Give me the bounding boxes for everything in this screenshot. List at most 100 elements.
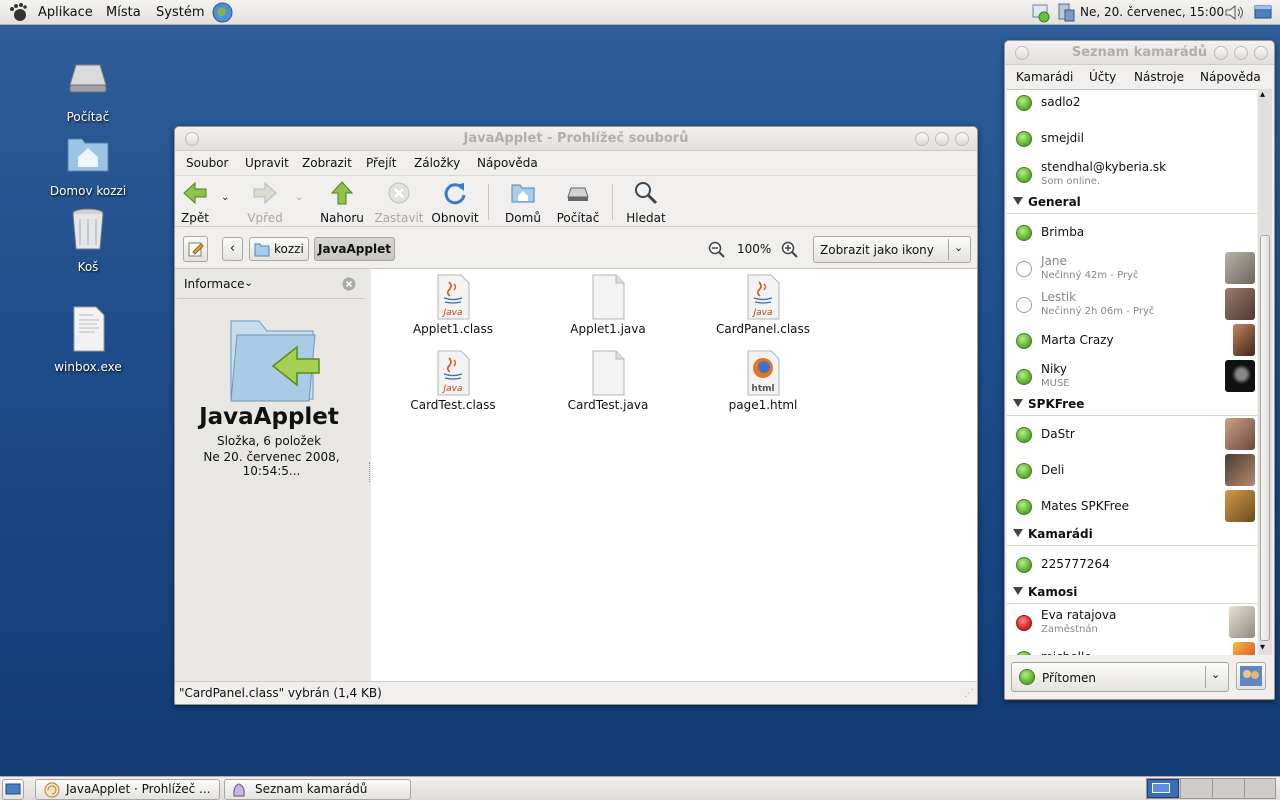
menu-help[interactable]: Nápověda: [1200, 70, 1261, 84]
task-file-manager[interactable]: JavaApplet · Prohlížeč ...: [35, 779, 220, 800]
file-manager-titlebar[interactable]: JavaApplet - Prohlížeč souborů: [175, 127, 977, 151]
buddy-row[interactable]: Marta Crazy: [1007, 322, 1257, 358]
reload-button[interactable]: Obnovit: [427, 176, 483, 225]
group-header-spkfree[interactable]: SPKFree: [1007, 394, 1257, 416]
buddy-list-scrollbar[interactable]: ▴ ▾: [1258, 89, 1272, 655]
status-selector[interactable]: Přítomen ⌄: [1011, 662, 1229, 692]
chevron-down-icon[interactable]: ⌄: [244, 276, 253, 289]
desktop-icon-home[interactable]: Domov kozzi: [43, 129, 133, 198]
buddy-row[interactable]: sadlo2: [1007, 90, 1257, 120]
menu-system[interactable]: Systém: [156, 0, 204, 25]
menu-file[interactable]: Soubor: [186, 156, 228, 170]
close-sidebar-icon[interactable]: [342, 277, 356, 291]
show-desktop-button[interactable]: [2, 779, 24, 800]
menu-edit[interactable]: Upravit: [245, 156, 289, 170]
buddy-row[interactable]: Niky MUSE: [1007, 358, 1257, 394]
back-arrow-icon: [183, 181, 207, 205]
workspace-2[interactable]: [1181, 779, 1212, 798]
buddy-list-titlebar[interactable]: Seznam kamarádů: [1005, 41, 1274, 65]
chevron-down-icon: ⌄: [954, 241, 964, 254]
menu-applications[interactable]: Aplikace: [38, 0, 93, 25]
toggle-location-entry-button[interactable]: [183, 236, 208, 262]
show-desktop-icon[interactable]: [1254, 4, 1272, 21]
close-button[interactable]: [955, 132, 969, 146]
web-browser-launcher-icon[interactable]: [212, 2, 233, 23]
desktop-icon-label: winbox.exe: [54, 360, 122, 374]
network-status-icon[interactable]: [1030, 3, 1052, 23]
file-item[interactable]: Java CardPanel.class: [693, 274, 833, 336]
forward-history-chevron-icon[interactable]: ⌄: [295, 192, 303, 203]
buddy-row[interactable]: Brimba: [1007, 214, 1257, 250]
close-button[interactable]: [1254, 46, 1268, 60]
buddy-row[interactable]: Eva ratajova Zaměstnán: [1007, 604, 1257, 640]
desktop-icon-trash[interactable]: Koš: [43, 205, 133, 274]
buddy-row[interactable]: stendhal@kyberia.sk Som online.: [1007, 156, 1257, 192]
buddy-icon-button[interactable]: [1236, 662, 1266, 690]
buddy-list-menubar: Kamarádi Účty Nástroje Nápověda: [1005, 65, 1274, 89]
menu-help[interactable]: Nápověda: [477, 156, 538, 170]
forward-button[interactable]: Vpřed: [237, 176, 293, 225]
update-notifier-icon[interactable]: [1054, 3, 1076, 23]
sidebar-header: Informace ⌄: [177, 269, 365, 299]
file-item[interactable]: Applet1.java: [538, 274, 678, 336]
volume-icon[interactable]: [1223, 3, 1245, 22]
zoom-level[interactable]: 100%: [737, 242, 771, 256]
file-item[interactable]: Java Applet1.class: [383, 274, 523, 336]
buddy-row[interactable]: Mates SPKFree: [1007, 488, 1257, 524]
folder-item-count: Složka, 6 položek: [216, 434, 322, 448]
gnome-foot-icon[interactable]: [8, 3, 28, 22]
buddy-row[interactable]: Jane Nečinný 42m - Pryč: [1007, 250, 1257, 286]
group-header-kamaradi[interactable]: Kamarádi: [1007, 524, 1257, 546]
menu-go[interactable]: Přejít: [366, 156, 396, 170]
buddy-row[interactable]: DaStr: [1007, 416, 1257, 452]
menu-accounts[interactable]: Účty: [1089, 70, 1116, 84]
zoom-out-icon[interactable]: [708, 241, 725, 258]
home-button[interactable]: Domů: [495, 176, 551, 225]
breadcrumb-kozzi[interactable]: kozzi: [249, 237, 309, 261]
clock[interactable]: Ne, 20. červenec, 15:00: [1080, 0, 1224, 25]
maximize-button[interactable]: [935, 132, 949, 146]
up-button[interactable]: Nahoru: [314, 176, 370, 225]
file-item[interactable]: html page1.html: [693, 350, 833, 412]
menu-bookmarks[interactable]: Záložky: [414, 156, 460, 170]
avatar: [1225, 252, 1255, 284]
menu-tools[interactable]: Nástroje: [1134, 70, 1184, 84]
desktop-icon-computer[interactable]: Počítač: [43, 55, 133, 124]
back-button[interactable]: Zpět: [175, 176, 221, 225]
file-item[interactable]: Java CardTest.class: [383, 350, 523, 412]
workspace-1[interactable]: [1147, 779, 1179, 798]
buddy-row[interactable]: 225777264: [1007, 546, 1257, 582]
back-history-chevron-icon[interactable]: ⌄: [221, 192, 229, 203]
computer-button[interactable]: Počítač: [550, 176, 606, 225]
workspace-4[interactable]: [1245, 779, 1275, 798]
workspace-3[interactable]: [1213, 779, 1244, 798]
scroll-down-icon[interactable]: ▾: [1260, 642, 1265, 653]
maximize-button[interactable]: [1234, 46, 1248, 60]
minimize-button[interactable]: [915, 132, 929, 146]
search-button[interactable]: Hledat: [618, 176, 674, 225]
file-item[interactable]: CardTest.java: [538, 350, 678, 412]
menu-places[interactable]: Místa: [106, 0, 141, 25]
buddy-row[interactable]: Deli: [1007, 452, 1257, 488]
view-mode-select[interactable]: Zobrazit jako ikony ⌄: [813, 236, 971, 263]
scrollbar-thumb[interactable]: [1260, 235, 1270, 641]
desktop-icon-winbox[interactable]: winbox.exe: [43, 305, 133, 374]
stop-button[interactable]: Zastavit: [371, 176, 427, 225]
workspace-switcher[interactable]: [1146, 778, 1276, 799]
zoom-in-icon[interactable]: [781, 241, 798, 258]
buddy-row[interactable]: michelle: [1007, 640, 1257, 655]
sidebar-type-select[interactable]: Informace: [184, 277, 244, 291]
task-buddy-list[interactable]: Seznam kamarádů: [224, 779, 411, 800]
menu-buddies[interactable]: Kamarádi: [1016, 70, 1073, 84]
resize-grip-icon[interactable]: ⋰: [964, 688, 974, 699]
buddy-row[interactable]: smejdil: [1007, 120, 1257, 156]
path-left-button[interactable]: ‹: [222, 237, 243, 261]
group-header-kamosi[interactable]: Kamosi: [1007, 582, 1257, 604]
buddy-row[interactable]: Lestik Nečinný 2h 06m - Pryč: [1007, 286, 1257, 322]
group-header-general[interactable]: General: [1007, 192, 1257, 214]
menu-view[interactable]: Zobrazit: [302, 156, 352, 170]
file-icon-view[interactable]: Java Applet1.class Applet1.java Java Car…: [371, 268, 977, 681]
minimize-button[interactable]: [1214, 46, 1228, 60]
scroll-up-icon[interactable]: ▴: [1260, 89, 1265, 100]
breadcrumb-javaapplet[interactable]: JavaApplet: [314, 237, 395, 261]
